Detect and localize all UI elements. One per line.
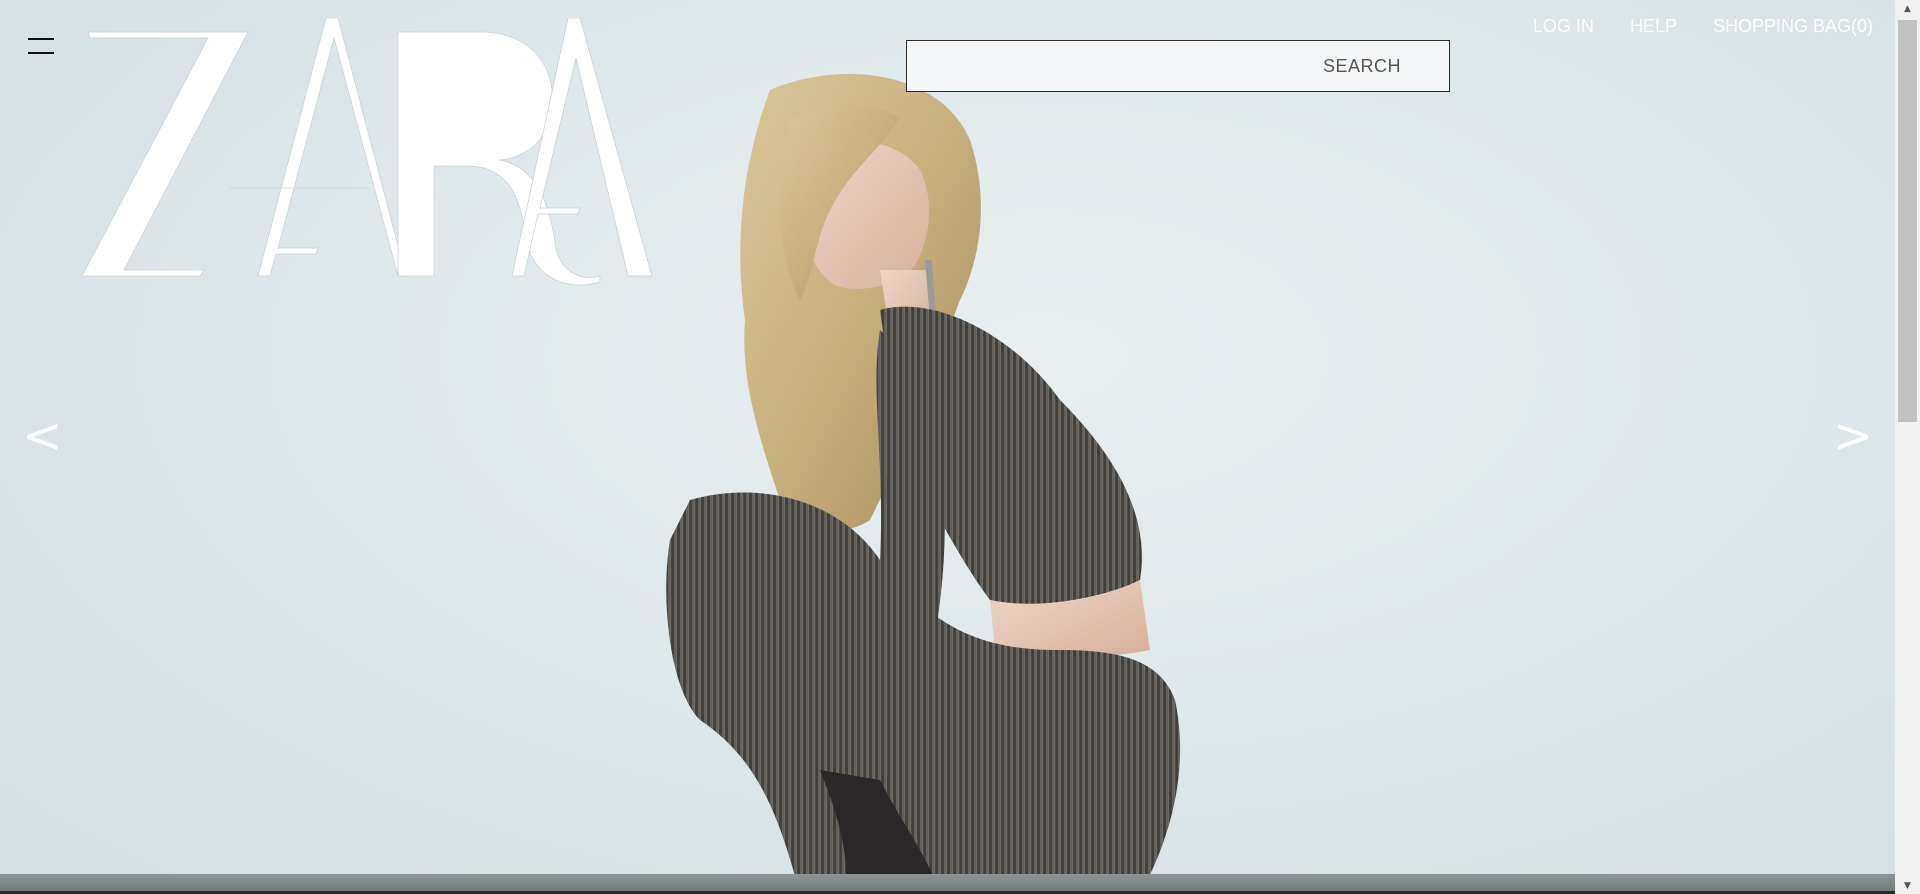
- search-label: SEARCH: [1322, 55, 1401, 76]
- help-link[interactable]: HELP: [1630, 16, 1677, 37]
- scrollbar-thumb[interactable]: [1898, 20, 1917, 422]
- carousel-next-arrow-icon[interactable]: >: [1833, 412, 1873, 460]
- carousel-prev-arrow-icon[interactable]: <: [22, 412, 62, 460]
- browser-viewport: SEARCH LOG IN HELP SHOPPING BAG(0) < > ▲…: [0, 0, 1920, 894]
- header-links: LOG IN HELP SHOPPING BAG(0): [1533, 16, 1873, 37]
- menu-line: [28, 38, 54, 40]
- zara-logo[interactable]: [80, 18, 652, 286]
- scroll-up-icon[interactable]: ▲: [1895, 0, 1920, 17]
- search-field[interactable]: SEARCH: [906, 40, 1450, 92]
- menu-line: [28, 52, 54, 54]
- hamburger-menu-icon[interactable]: [28, 36, 56, 58]
- scroll-down-icon[interactable]: ▼: [1895, 877, 1920, 894]
- shopping-bag-link[interactable]: SHOPPING BAG(0): [1713, 16, 1873, 37]
- vertical-scrollbar[interactable]: ▲ ▼: [1895, 0, 1920, 894]
- login-link[interactable]: LOG IN: [1533, 16, 1594, 37]
